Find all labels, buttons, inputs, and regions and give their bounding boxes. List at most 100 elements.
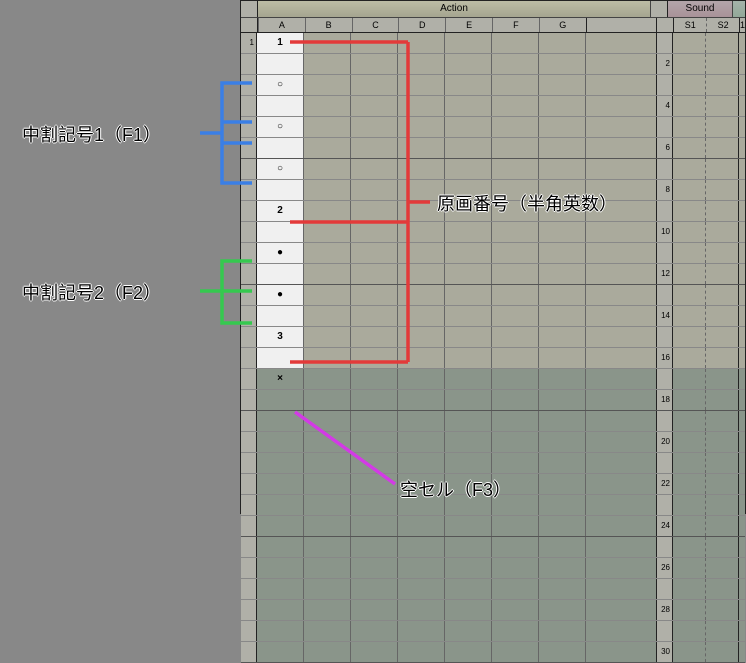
cell-action[interactable] (351, 642, 398, 662)
cell-action[interactable] (492, 285, 539, 305)
cell-A[interactable] (257, 96, 304, 116)
cell-action[interactable] (304, 495, 351, 515)
cell-action[interactable] (445, 369, 492, 389)
cell-A[interactable]: ○ (257, 117, 304, 137)
cell-action[interactable] (539, 621, 586, 641)
cell-sound[interactable] (706, 138, 739, 158)
cell-sound[interactable] (673, 138, 706, 158)
cell-sound[interactable] (706, 390, 739, 410)
cell-sound[interactable] (673, 369, 706, 389)
cell-action[interactable] (586, 159, 657, 179)
cell-action[interactable] (398, 411, 445, 431)
cell-rest[interactable] (739, 33, 745, 53)
cell-A[interactable] (257, 453, 304, 473)
cell-action[interactable] (539, 201, 586, 221)
cell-action[interactable] (398, 138, 445, 158)
cell-action[interactable] (398, 117, 445, 137)
cell-action[interactable] (492, 516, 539, 536)
cell-sound[interactable] (673, 579, 706, 599)
cell-action[interactable] (304, 537, 351, 557)
cell-action[interactable] (492, 621, 539, 641)
cell-sound[interactable] (673, 96, 706, 116)
cell-A[interactable] (257, 390, 304, 410)
cell-action[interactable] (445, 621, 492, 641)
cell-action[interactable] (304, 390, 351, 410)
cell-action[interactable] (398, 600, 445, 620)
cell-rest[interactable] (739, 138, 745, 158)
cell-action[interactable] (304, 327, 351, 347)
cell-sound[interactable] (706, 117, 739, 137)
cell-action[interactable] (351, 138, 398, 158)
cell-action[interactable] (304, 54, 351, 74)
cell-action[interactable] (539, 243, 586, 263)
cell-action[interactable] (398, 285, 445, 305)
cell-action[interactable] (351, 453, 398, 473)
cell-sound[interactable] (673, 285, 706, 305)
cell-action[interactable] (304, 306, 351, 326)
cell-action[interactable] (398, 159, 445, 179)
cell-action[interactable] (445, 537, 492, 557)
cell-action[interactable] (398, 306, 445, 326)
cell-action[interactable] (492, 642, 539, 662)
cell-action[interactable] (539, 159, 586, 179)
cell-action[interactable] (398, 327, 445, 347)
cell-action[interactable] (586, 453, 657, 473)
cell-action[interactable] (586, 54, 657, 74)
cell-rest[interactable] (739, 369, 745, 389)
cell-rest[interactable] (739, 117, 745, 137)
cell-action[interactable] (398, 348, 445, 368)
cell-action[interactable] (586, 579, 657, 599)
cell-action[interactable] (304, 180, 351, 200)
cell-action[interactable] (539, 306, 586, 326)
cell-A[interactable] (257, 180, 304, 200)
cell-action[interactable] (492, 96, 539, 116)
cell-action[interactable] (304, 222, 351, 242)
cell-rest[interactable] (739, 537, 745, 557)
cell-sound[interactable] (673, 348, 706, 368)
cell-action[interactable] (586, 222, 657, 242)
cell-action[interactable] (304, 432, 351, 452)
cell-action[interactable] (492, 159, 539, 179)
cell-A[interactable] (257, 348, 304, 368)
cell-sound[interactable] (673, 33, 706, 53)
cell-A[interactable] (257, 642, 304, 662)
cell-A[interactable] (257, 222, 304, 242)
cell-sound[interactable] (673, 54, 706, 74)
cell-sound[interactable] (706, 411, 739, 431)
cell-sound[interactable] (673, 453, 706, 473)
cell-action[interactable] (304, 600, 351, 620)
cell-action[interactable] (445, 222, 492, 242)
cell-action[interactable] (539, 327, 586, 347)
cell-action[interactable] (351, 54, 398, 74)
cell-rest[interactable] (739, 54, 745, 74)
cell-sound[interactable] (706, 180, 739, 200)
cell-action[interactable] (445, 390, 492, 410)
cell-action[interactable] (492, 579, 539, 599)
cell-action[interactable] (304, 138, 351, 158)
cell-sound[interactable] (673, 558, 706, 578)
cell-action[interactable] (539, 579, 586, 599)
cell-rest[interactable] (739, 348, 745, 368)
cell-action[interactable] (304, 642, 351, 662)
cell-action[interactable] (586, 600, 657, 620)
cell-action[interactable] (539, 474, 586, 494)
cell-sound[interactable] (706, 642, 739, 662)
cell-action[interactable] (492, 327, 539, 347)
cell-rest[interactable] (739, 75, 745, 95)
cell-rest[interactable] (739, 201, 745, 221)
cell-action[interactable] (445, 138, 492, 158)
cell-action[interactable] (304, 348, 351, 368)
cell-rest[interactable] (739, 411, 745, 431)
cell-action[interactable] (351, 390, 398, 410)
cell-action[interactable] (304, 285, 351, 305)
cell-sound[interactable] (673, 201, 706, 221)
cell-action[interactable] (492, 75, 539, 95)
cell-action[interactable] (586, 264, 657, 284)
cell-action[interactable] (351, 516, 398, 536)
timing-sheet[interactable]: Action Sound ABCDEFGS1S21 112○4○6○8210●1… (240, 0, 746, 514)
cell-action[interactable] (351, 33, 398, 53)
cell-rest[interactable] (739, 264, 745, 284)
cell-action[interactable] (492, 54, 539, 74)
cell-sound[interactable] (706, 327, 739, 347)
cell-action[interactable] (586, 285, 657, 305)
